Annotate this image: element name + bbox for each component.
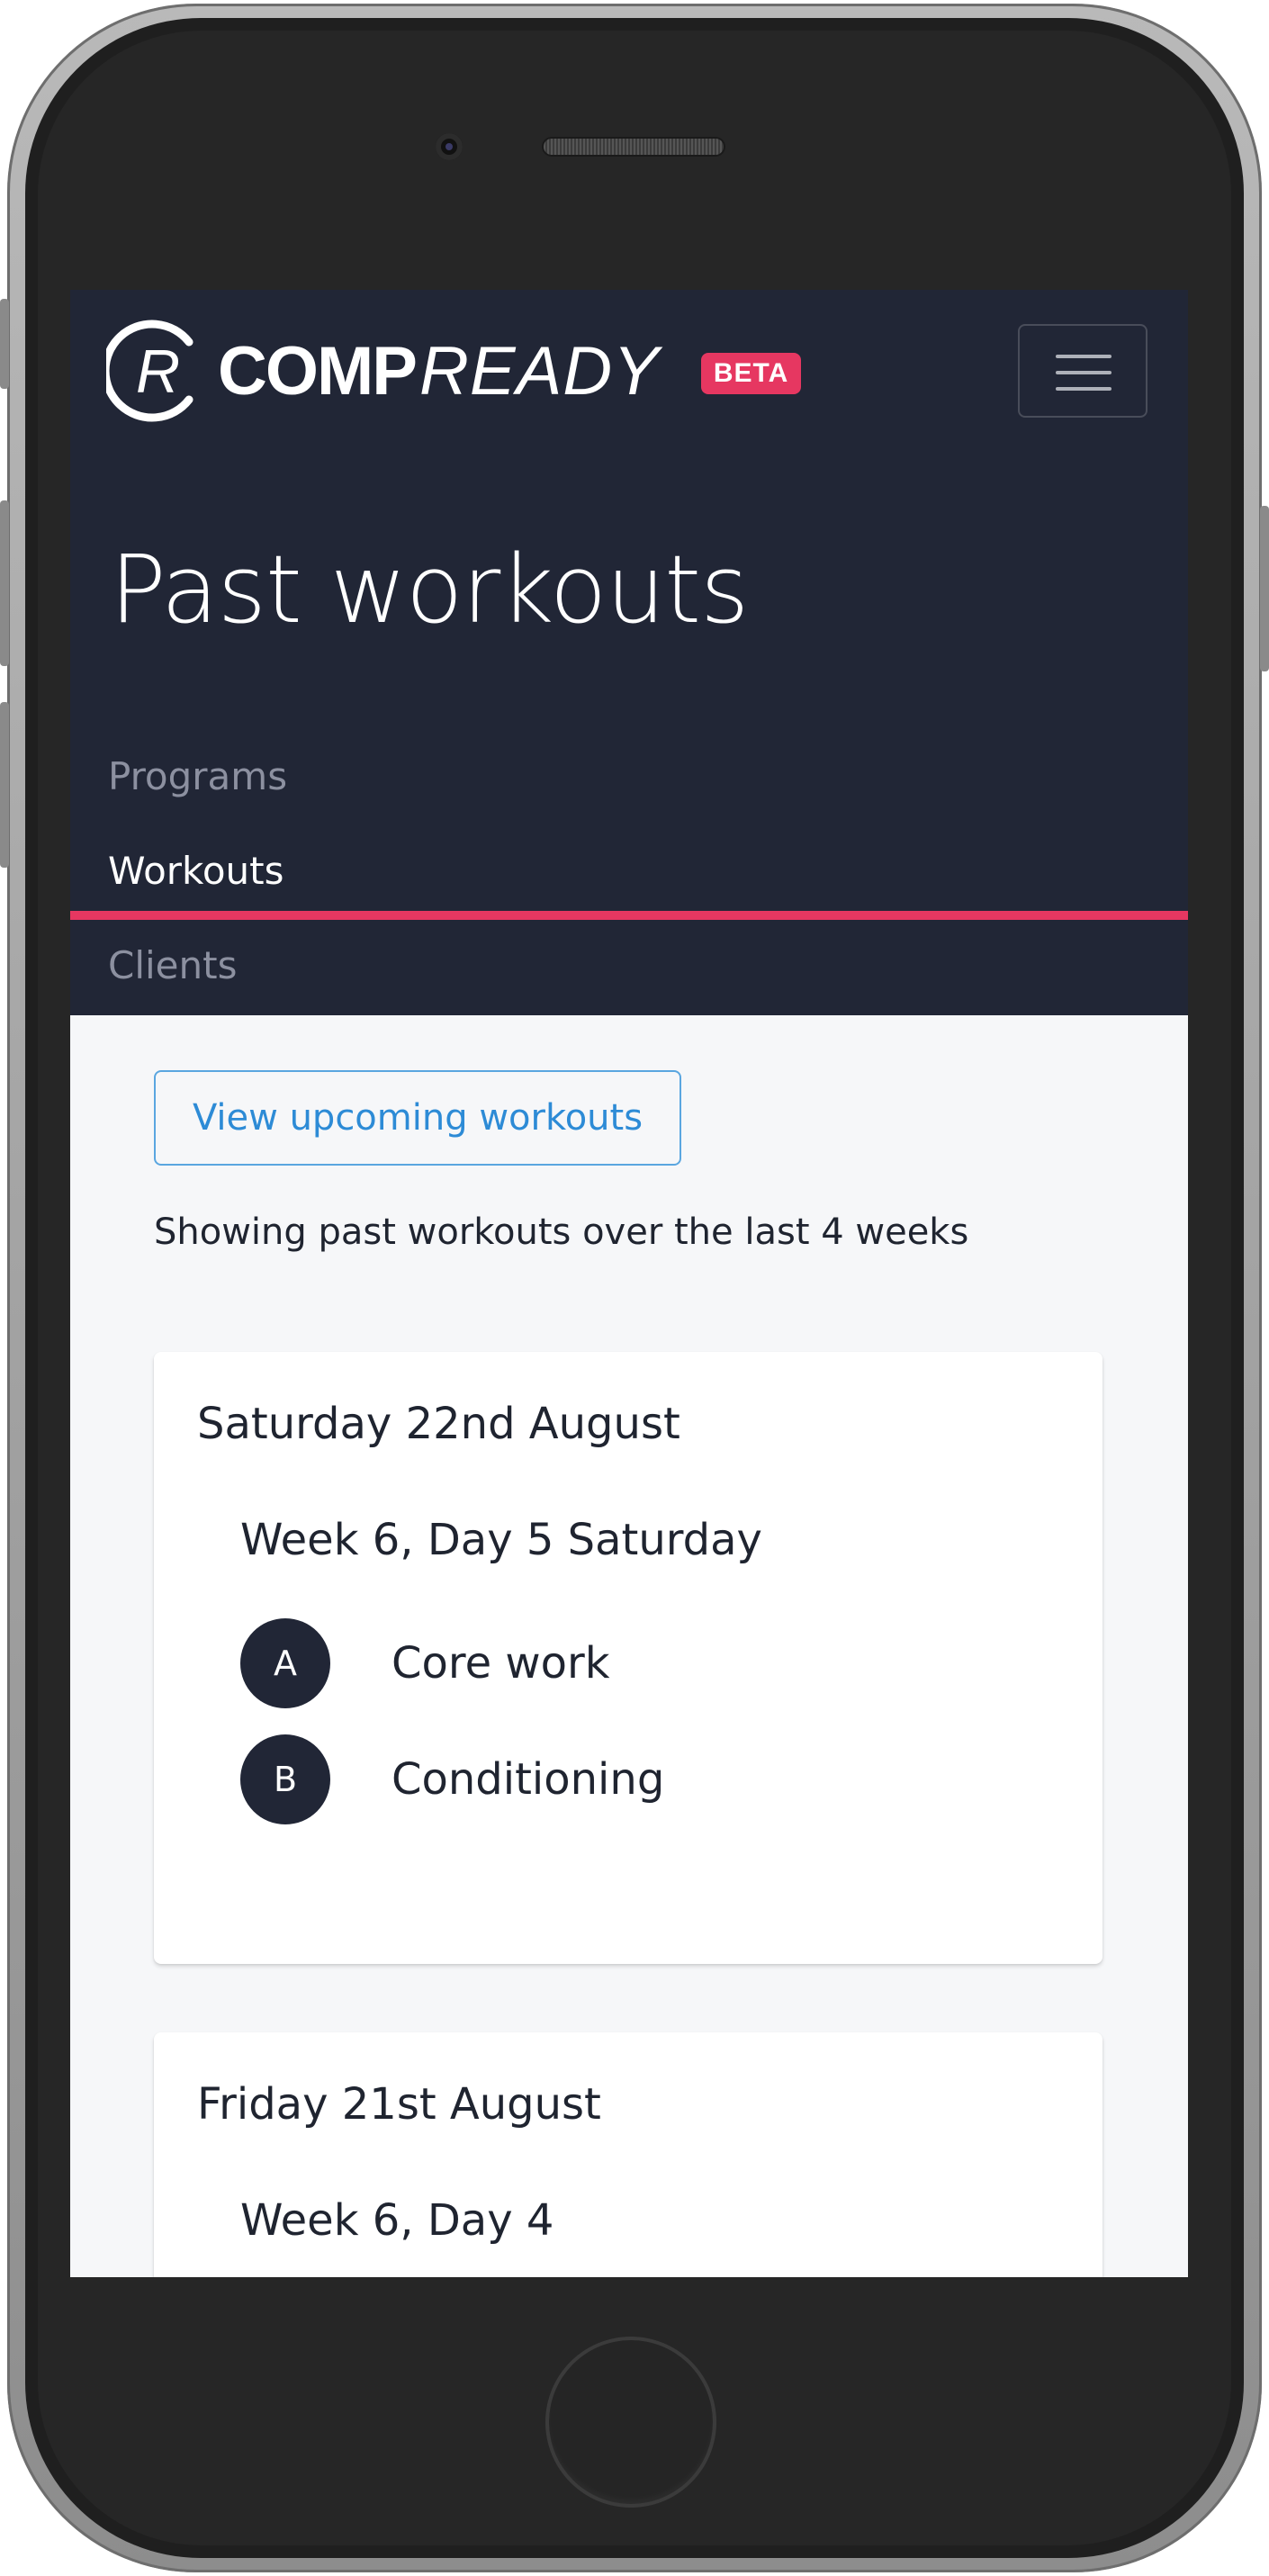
hamburger-menu-button[interactable] (1018, 324, 1148, 418)
workout-week-day: Week 6, Day 4 (240, 2195, 554, 2246)
exercise-name: Core work (392, 1638, 610, 1689)
app-screen: R COMP READY BETA Past workouts Programs… (70, 290, 1188, 2277)
logo-text-ready: READY (419, 332, 660, 410)
exercise-item[interactable]: A Core work (240, 1618, 610, 1708)
workout-date: Saturday 22nd August (197, 1399, 680, 1449)
menu-line-icon (1056, 371, 1112, 374)
mute-switch (0, 299, 9, 389)
beta-badge: BETA (700, 353, 802, 394)
exercise-name: Conditioning (392, 1754, 665, 1805)
home-button[interactable] (545, 2337, 716, 2508)
app-header: R COMP READY BETA Past workouts Programs… (70, 290, 1188, 1015)
view-upcoming-workouts-button[interactable]: View upcoming workouts (154, 1070, 681, 1166)
svg-text:R: R (136, 338, 180, 406)
exercise-item[interactable]: B Conditioning (240, 1734, 664, 1824)
volume-down-button (0, 702, 9, 868)
workout-card[interactable]: Friday 21st August Week 6, Day 4 (154, 2032, 1102, 2277)
workout-date: Friday 21st August (197, 2079, 601, 2130)
menu-line-icon (1056, 387, 1112, 391)
front-camera (436, 133, 463, 160)
workout-week-day: Week 6, Day 5 Saturday (240, 1515, 762, 1565)
brand-logo[interactable]: R COMP READY BETA (106, 317, 802, 425)
exercise-letter-badge: A (240, 1618, 330, 1708)
nav-item-clients[interactable]: Clients (108, 943, 237, 987)
logo-text-comp: COMP (218, 332, 418, 410)
active-tab-indicator (70, 911, 1188, 920)
volume-up-button (0, 500, 9, 666)
compready-logo-icon: R (106, 320, 194, 422)
menu-line-icon (1056, 355, 1112, 358)
showing-range-text: Showing past workouts over the last 4 we… (154, 1211, 969, 1253)
nav-item-programs[interactable]: Programs (108, 754, 287, 798)
exercise-letter-badge: B (240, 1734, 330, 1824)
power-button (1260, 506, 1269, 671)
earpiece-speaker (544, 139, 724, 155)
workout-card[interactable]: Saturday 22nd August Week 6, Day 5 Satur… (154, 1352, 1102, 1964)
nav-item-workouts[interactable]: Workouts (108, 849, 284, 893)
page-title: Past workouts (110, 535, 749, 644)
